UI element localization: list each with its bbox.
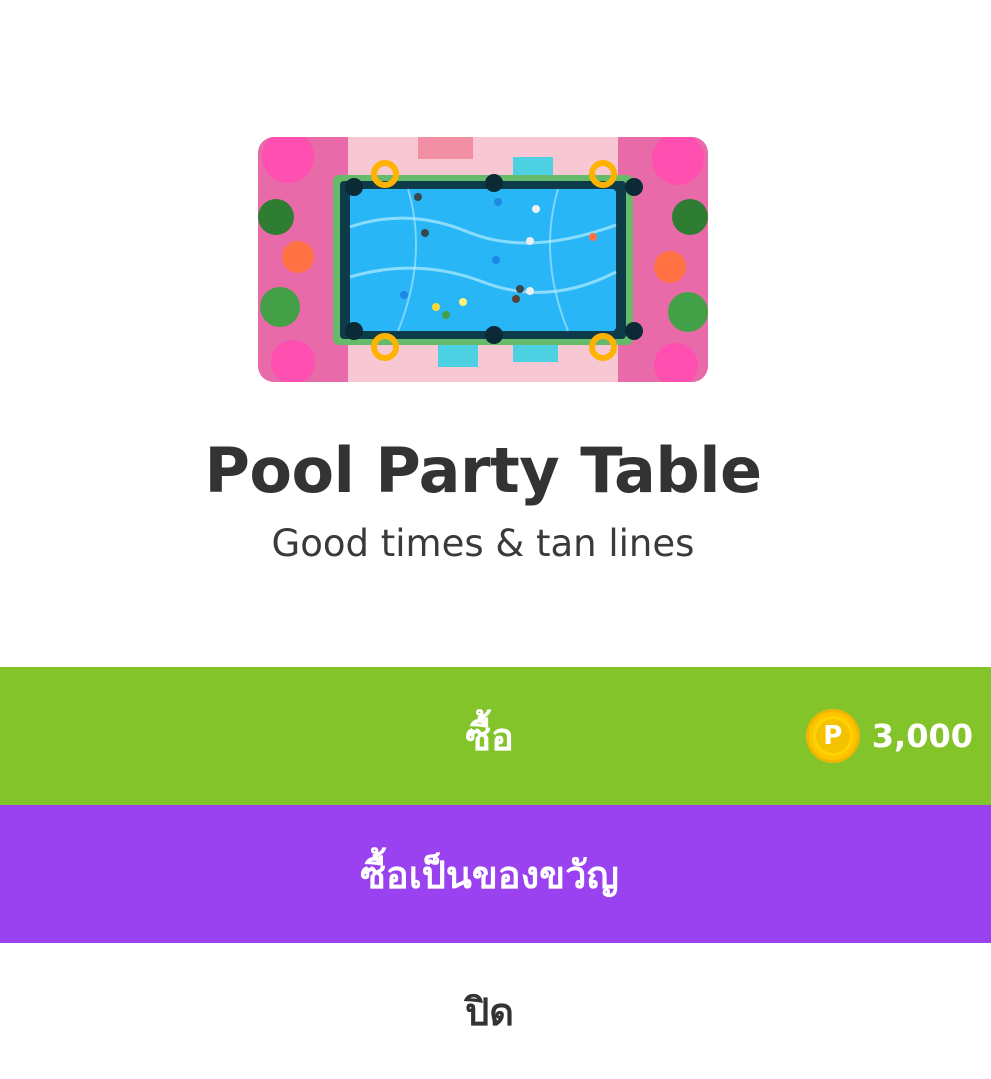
item-title: Pool Party Table <box>204 434 762 507</box>
pool-table-preview-icon <box>258 137 708 382</box>
close-button-label: ปิด <box>465 989 514 1034</box>
coin-icon: P <box>805 709 860 763</box>
coin-symbol: P <box>815 719 850 753</box>
price-tag: P 3,000 <box>805 667 973 805</box>
buy-button[interactable]: ซื้อ P 3,000 <box>0 667 991 805</box>
item-subtitle: Good times & tan lines <box>271 522 695 565</box>
price-amount: 3,000 <box>871 717 973 755</box>
buy-as-gift-button[interactable]: ซื้อเป็นของขวัญ <box>0 805 991 943</box>
close-button[interactable]: ปิด <box>0 943 991 1079</box>
buy-button-label: ซื้อ <box>465 714 514 759</box>
pool-table-preview-image <box>258 137 708 382</box>
gift-button-label: ซื้อเป็นของขวัญ <box>360 852 619 897</box>
